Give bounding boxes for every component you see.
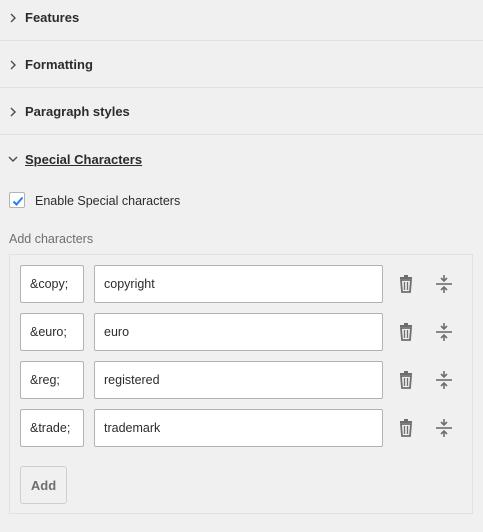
move-handle-icon[interactable]	[434, 322, 454, 342]
character-row: &reg; registered	[10, 361, 474, 399]
add-characters-label: Add characters	[9, 232, 94, 246]
checkmark-icon	[12, 196, 24, 206]
character-row: &trade; trademark	[10, 409, 474, 447]
trash-icon[interactable]	[396, 370, 416, 390]
character-code-field[interactable]: &trade;	[20, 409, 84, 447]
character-row: &copy; copyright	[10, 265, 474, 303]
character-code-field[interactable]: &reg;	[20, 361, 84, 399]
chevron-right-icon	[10, 107, 16, 116]
character-row: &euro; euro	[10, 313, 474, 351]
enable-special-characters-label: Enable Special characters	[35, 194, 181, 208]
section-special-characters[interactable]: Special Characters	[0, 136, 483, 182]
character-code-field[interactable]: &euro;	[20, 313, 84, 351]
character-name-field[interactable]: registered	[94, 361, 383, 399]
move-handle-icon[interactable]	[434, 274, 454, 294]
section-paragraph-styles[interactable]: Paragraph styles	[0, 89, 483, 135]
chevron-right-icon	[10, 60, 16, 69]
trash-icon[interactable]	[396, 418, 416, 438]
section-special-characters-label: Special Characters	[25, 151, 143, 167]
section-formatting[interactable]: Formatting	[0, 42, 483, 88]
add-character-button[interactable]: Add	[20, 466, 67, 504]
trash-icon[interactable]	[396, 274, 416, 294]
character-name-field[interactable]: trademark	[94, 409, 383, 447]
character-name-field[interactable]: euro	[94, 313, 383, 351]
characters-panel: &copy; copyright &euro; euro &reg; regis…	[9, 254, 473, 514]
section-paragraph-styles-label: Paragraph styles	[25, 104, 130, 119]
move-handle-icon[interactable]	[434, 370, 454, 390]
chevron-right-icon	[10, 13, 16, 22]
character-code-field[interactable]: &copy;	[20, 265, 84, 303]
section-features-label: Features	[25, 10, 80, 25]
enable-special-characters-checkbox[interactable]	[9, 192, 25, 208]
character-name-field[interactable]: copyright	[94, 265, 383, 303]
move-handle-icon[interactable]	[434, 418, 454, 438]
section-formatting-label: Formatting	[25, 57, 93, 72]
chevron-down-icon	[8, 156, 18, 162]
trash-icon[interactable]	[396, 322, 416, 342]
section-features[interactable]: Features	[0, 0, 483, 41]
